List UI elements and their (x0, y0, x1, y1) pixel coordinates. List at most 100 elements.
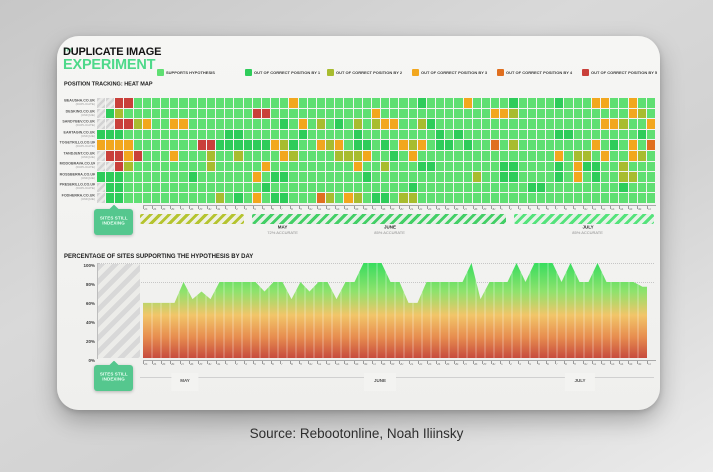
y-axis-label: 40% (69, 315, 95, 333)
heatmap-cell (610, 140, 618, 150)
june-hatch-bar (252, 214, 506, 224)
heatmap-cell (280, 162, 288, 172)
heatmap-cell (106, 162, 114, 172)
heatmap-cell (299, 193, 307, 203)
heatmap-cell (372, 140, 380, 150)
heatmap-cell (344, 119, 352, 129)
heatmap-cell (170, 140, 178, 150)
heatmap-cell (629, 109, 637, 119)
heatmap-cell (546, 140, 554, 150)
heatmap-cell (528, 140, 536, 150)
heatmap-cell (464, 98, 472, 108)
heatmap-cell (143, 119, 151, 129)
heatmap-cell (436, 140, 444, 150)
heatmap-cell (317, 151, 325, 161)
heatmap-cell (216, 98, 224, 108)
heatmap-cell (491, 109, 499, 119)
heatmap-cell (610, 162, 618, 172)
heatmap-cell (519, 140, 527, 150)
day-tick: 3 (244, 361, 253, 370)
heatmap-cell (280, 140, 288, 150)
day-tick: 19 (390, 361, 399, 370)
heatmap-cell (592, 119, 600, 129)
day-tick: 10 (583, 361, 592, 370)
heatmap-cell (647, 162, 655, 172)
heatmap-cell (253, 130, 261, 140)
heatmap-cell (234, 162, 242, 172)
heatmap-cell (308, 98, 316, 108)
heatmap-cell (399, 151, 407, 161)
heatmap-cell (647, 140, 655, 150)
heatmap-cell (216, 119, 224, 129)
heatmap-cell (454, 119, 462, 129)
heatmap-cell (344, 151, 352, 161)
heatmap-cell (372, 162, 380, 172)
day-tick: 3 (518, 361, 527, 370)
heatmap-cell (326, 109, 334, 119)
heatmap-cell (638, 119, 646, 129)
heatmap-cell (161, 119, 169, 129)
heatmap-cell (619, 119, 627, 129)
heatmap-cell (546, 162, 554, 172)
heatmap-cell (189, 140, 197, 150)
heatmap-cell (509, 162, 517, 172)
heatmap-cell (537, 162, 545, 172)
heatmap-cell (592, 130, 600, 140)
heatmap-cell (436, 162, 444, 172)
heatmap-cell (326, 183, 334, 193)
day-tick: 29 (482, 361, 491, 370)
heatmap-cell (189, 109, 197, 119)
heatmap-cell (418, 183, 426, 193)
heatmap-cell (179, 183, 187, 193)
heatmap-cell (106, 98, 114, 108)
heatmap-cell (335, 193, 343, 203)
heatmap-cell (564, 98, 572, 108)
heatmap-cell (299, 140, 307, 150)
heatmap-cell (537, 119, 545, 129)
heatmap-cell (244, 119, 252, 129)
heatmap-cell (555, 151, 563, 161)
day-tick: 9 (299, 361, 308, 370)
heatmap-cell (445, 162, 453, 172)
heatmap-cell (564, 109, 572, 119)
heatmap-cell (574, 193, 582, 203)
heatmap-cell (161, 172, 169, 182)
heatmap-cell (399, 140, 407, 150)
heatmap-cell (152, 98, 160, 108)
heatmap-cell (225, 109, 233, 119)
heatmap-cell (610, 193, 618, 203)
heatmap-cell (464, 162, 472, 172)
heatmap-cell (161, 109, 169, 119)
day-tick: 4 (528, 361, 537, 370)
heatmap-cell (152, 130, 160, 140)
heatmap-cell (427, 130, 435, 140)
heatmap-cell (97, 162, 105, 172)
heatmap-cell (564, 119, 572, 129)
heatmap-cell (161, 151, 169, 161)
heatmap-cell (225, 162, 233, 172)
heatmap-cell (610, 183, 618, 193)
heatmap-cell (262, 151, 270, 161)
heatmap-cell (216, 193, 224, 203)
heatmap-cell (574, 183, 582, 193)
day-tick: 25 (445, 361, 454, 370)
heatmap-cell (427, 98, 435, 108)
heatmap-cell (528, 193, 536, 203)
heatmap-cell (647, 183, 655, 193)
legend-label: OUT OF CORRECT POSITION BY 2 (336, 70, 402, 75)
heatmap-cell (271, 119, 279, 129)
heatmap-cell (528, 151, 536, 161)
heatmap-cell (106, 151, 114, 161)
heatmap-cell (427, 162, 435, 172)
heatmap-cell (354, 193, 362, 203)
heatmap-cell (271, 151, 279, 161)
heatmap-cell (299, 183, 307, 193)
heatmap-cell (409, 130, 417, 140)
heatmap-cell (143, 193, 151, 203)
heatmap-cell (436, 183, 444, 193)
legend-label: OUT OF CORRECT POSITION BY 1 (254, 70, 320, 75)
heatmap-cell (381, 172, 389, 182)
heatmap-cell (519, 193, 527, 203)
heatmap-cell (189, 172, 197, 182)
heatmap-cell (519, 130, 527, 140)
